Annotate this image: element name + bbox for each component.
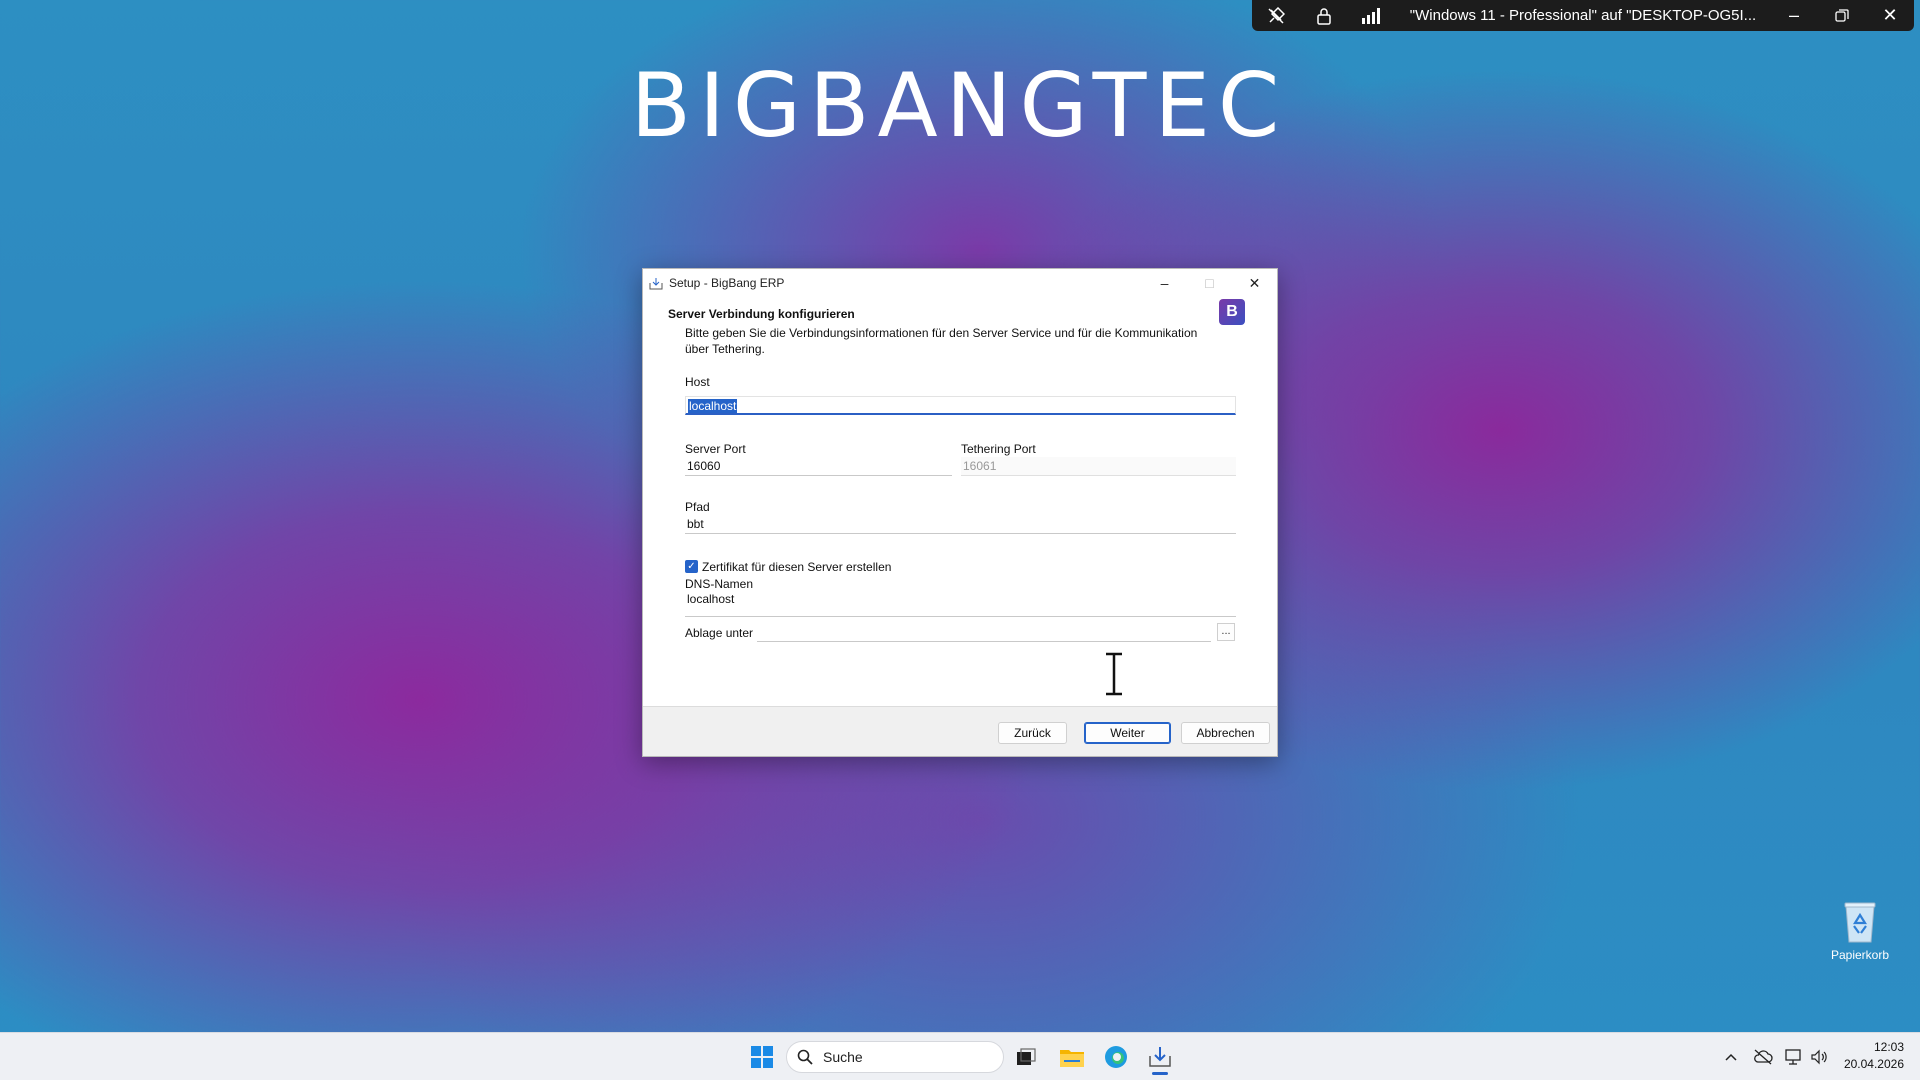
server-port-input[interactable]: 16060 — [685, 457, 952, 476]
text-cursor-icon — [1102, 651, 1126, 697]
file-explorer-button[interactable] — [1052, 1037, 1092, 1077]
tethering-port-input: 16061 — [961, 457, 1236, 476]
clock-date: 20.04.2026 — [1843, 1057, 1904, 1071]
page-description: Bitte geben Sie die Verbindungsinformati… — [685, 326, 1198, 356]
next-button[interactable]: Weiter — [1084, 722, 1171, 744]
clock[interactable]: 12:03 20.04.2026 — [1832, 1039, 1912, 1073]
chevron-up-icon — [1725, 1053, 1737, 1061]
search-placeholder: Suche — [823, 1049, 863, 1065]
certificate-label[interactable]: Zertifikat für diesen Server erstellen — [702, 560, 891, 574]
setup-taskbar-button[interactable] — [1140, 1037, 1180, 1077]
installer-icon — [1149, 1047, 1171, 1067]
restore-icon[interactable] — [1818, 0, 1866, 31]
setup-dialog: Setup - BigBang ERP – □ ✕ B Server Verbi… — [642, 268, 1278, 757]
close-icon[interactable]: ✕ — [1866, 0, 1914, 31]
certificate-checkbox[interactable]: ✓ — [685, 560, 698, 573]
back-button[interactable]: Zurück — [998, 722, 1067, 744]
active-window-indicator — [1152, 1072, 1168, 1075]
minimize-icon[interactable]: – — [1770, 0, 1818, 31]
volume-icon[interactable] — [1806, 1033, 1832, 1080]
show-hidden-icons-button[interactable] — [1718, 1033, 1744, 1080]
dialog-minimize-button[interactable]: – — [1142, 269, 1187, 297]
brand-logo-icon: B — [1219, 299, 1245, 325]
edge-browser-button[interactable] — [1096, 1037, 1136, 1077]
folder-icon — [1060, 1050, 1084, 1067]
start-button[interactable] — [742, 1037, 782, 1077]
dialog-close-button[interactable]: ✕ — [1232, 269, 1277, 297]
cloud-offline-icon[interactable] — [1748, 1033, 1778, 1080]
wallpaper-logo: BIGBANGTEC — [630, 53, 1288, 157]
recycle-bin-icon — [1840, 900, 1880, 944]
host-value: localhost — [688, 399, 738, 413]
dns-names-textarea[interactable]: localhost — [685, 591, 1236, 617]
path-input[interactable]: bbt — [685, 515, 1236, 534]
unpin-icon[interactable] — [1252, 0, 1300, 31]
dialog-title: Setup - BigBang ERP — [669, 276, 785, 290]
task-view-icon — [1017, 1048, 1036, 1065]
path-label: Pfad — [685, 500, 710, 514]
taskbar-search-box[interactable]: Suche — [786, 1041, 1004, 1073]
server-port-label: Server Port — [685, 442, 746, 456]
recycle-bin-label: Papierkorb — [1830, 948, 1890, 962]
tethering-port-label: Tethering Port — [961, 442, 1036, 456]
dialog-footer: Zurück Weiter Abbrechen — [643, 706, 1277, 756]
clock-time: 12:03 — [1873, 1040, 1904, 1054]
task-view-button[interactable] — [1006, 1037, 1046, 1077]
search-icon — [787, 1049, 823, 1065]
signal-bars-icon[interactable] — [1348, 0, 1396, 31]
host-label: Host — [685, 375, 710, 389]
taskbar: Suche 12:03 20.04.2026 — [0, 1032, 1920, 1080]
lock-icon[interactable] — [1300, 0, 1348, 31]
edge-icon — [1105, 1046, 1127, 1068]
host-input[interactable]: localhost — [685, 396, 1236, 415]
session-title: "Windows 11 - Professional" auf "DESKTOP… — [1409, 7, 1757, 24]
dialog-titlebar[interactable]: Setup - BigBang ERP – □ ✕ — [643, 269, 1277, 297]
remote-session-bar: "Windows 11 - Professional" auf "DESKTOP… — [1252, 0, 1914, 31]
windows-logo-icon — [751, 1046, 773, 1068]
network-icon[interactable] — [1780, 1033, 1808, 1080]
dialog-maximize-button: □ — [1205, 275, 1214, 291]
recycle-bin-shortcut[interactable]: Papierkorb — [1820, 900, 1900, 962]
installer-icon — [649, 277, 669, 290]
page-heading: Server Verbindung konfigurieren — [668, 307, 855, 321]
cancel-button[interactable]: Abbrechen — [1181, 722, 1270, 744]
storage-label: Ablage unter — [685, 626, 754, 640]
dns-names-label: DNS-Namen — [685, 577, 754, 591]
storage-input[interactable] — [757, 623, 1211, 642]
browse-button[interactable]: ... — [1217, 623, 1235, 641]
